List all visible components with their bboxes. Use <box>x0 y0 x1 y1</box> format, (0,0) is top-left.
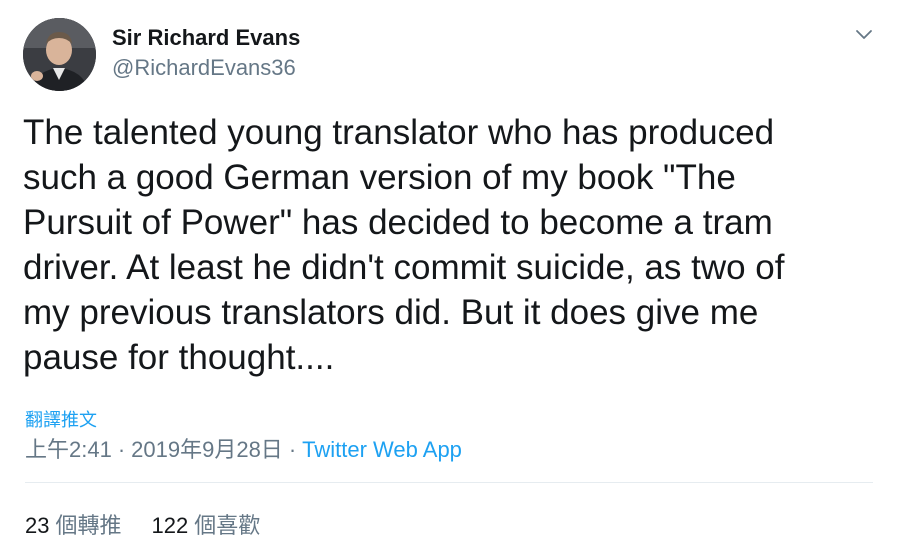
author-display-name[interactable]: Sir Richard Evans <box>112 25 300 51</box>
author-handle[interactable]: @RichardEvans36 <box>112 55 296 81</box>
likes-count: 122 <box>151 513 189 538</box>
stats-divider <box>25 482 873 483</box>
tweet-source-link[interactable]: Twitter Web App <box>302 437 462 462</box>
meta-separator: · <box>288 437 297 462</box>
meta-separator: · <box>117 437 126 462</box>
likes-stat[interactable]: 122 個喜歡 <box>152 508 261 540</box>
translate-tweet-link[interactable]: 翻譯推文 <box>25 406 97 432</box>
retweets-label: 個轉推 <box>55 513 122 538</box>
retweets-stat[interactable]: 23 個轉推 <box>25 508 122 540</box>
likes-label: 個喜歡 <box>194 513 261 538</box>
tweet-metadata: 上午2:41 · 2019年9月28日 · Twitter Web App <box>25 432 462 464</box>
tweet-text: The talented young translator who has pr… <box>23 113 785 377</box>
author-avatar[interactable] <box>23 18 96 91</box>
more-options-button[interactable] <box>850 22 878 48</box>
tweet-card: Sir Richard Evans @RichardEvans36 The ta… <box>0 0 898 556</box>
tweet-time[interactable]: 上午2:41 <box>25 437 112 462</box>
retweets-count: 23 <box>25 513 50 538</box>
profile-photo-icon <box>23 18 96 91</box>
chevron-down-icon <box>856 30 872 39</box>
tweet-stats: 23 個轉推 122 個喜歡 <box>25 508 260 540</box>
tweet-date[interactable]: 2019年9月28日 <box>131 437 283 462</box>
